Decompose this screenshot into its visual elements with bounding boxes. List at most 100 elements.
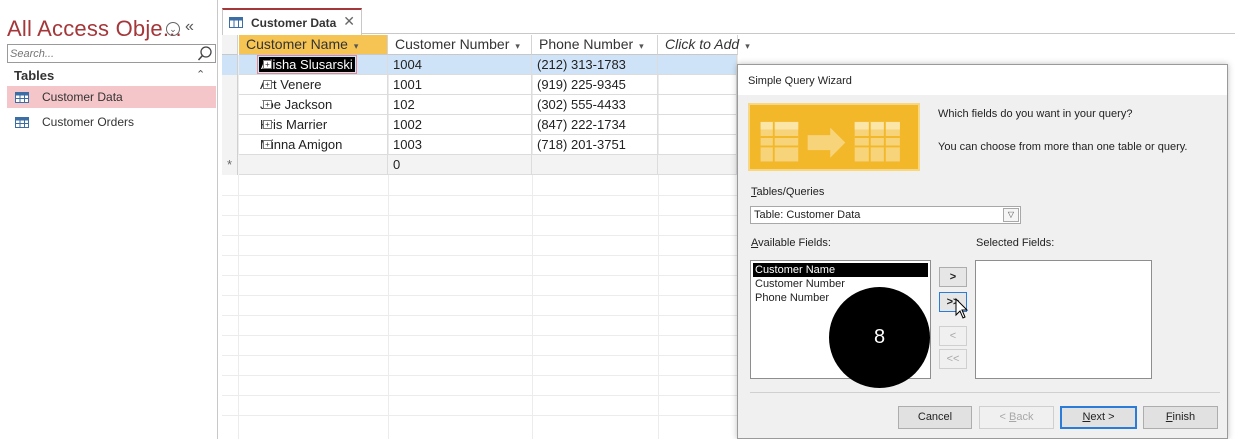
nav-search-input[interactable] xyxy=(8,45,188,63)
click-to-add-cell[interactable] xyxy=(658,95,737,115)
tab-customer-data[interactable]: Customer Data ✕ xyxy=(222,8,362,35)
grid-line xyxy=(222,295,737,296)
expand-plus-icon[interactable]: + xyxy=(263,120,272,129)
grid-line xyxy=(222,415,737,416)
finish-button[interactable]: Finish xyxy=(1143,406,1218,429)
table-row[interactable]: + Joe Jackson 102 (302) 555-4433 xyxy=(222,95,737,115)
customer-name-cell[interactable]: + Alisha Slusarski xyxy=(239,55,388,75)
table-row[interactable]: + Minna Amigon 1003 (718) 201-3751 xyxy=(222,135,737,155)
expand-plus-icon[interactable]: + xyxy=(263,80,272,89)
phone-number-cell[interactable]: (302) 555-4433 xyxy=(532,95,658,115)
available-fields-label: Available Fields: xyxy=(751,237,831,249)
step-number-badge: 8 xyxy=(829,287,930,388)
tables-queries-select[interactable]: Table: Customer Data ▽ xyxy=(750,206,1021,224)
click-to-add-cell[interactable] xyxy=(658,155,737,175)
nav-search-box xyxy=(7,44,216,63)
record-selector[interactable] xyxy=(222,115,238,135)
customer-number-cell[interactable]: 1002 xyxy=(388,115,532,135)
nav-group-header[interactable]: Tables xyxy=(14,68,54,83)
shutter-bar-close-icon[interactable]: « xyxy=(185,18,194,36)
record-selector[interactable] xyxy=(222,55,238,75)
sort-dropdown-icon[interactable]: ▾ xyxy=(515,41,520,51)
table-row[interactable]: + Kris Marrier 1002 (847) 222-1734 xyxy=(222,115,737,135)
customer-number-cell[interactable]: 1001 xyxy=(388,75,532,95)
nav-menu-chevron-icon[interactable]: ⌄ xyxy=(166,22,180,36)
click-to-add-cell[interactable] xyxy=(658,75,737,95)
expand-plus-icon[interactable]: + xyxy=(263,60,272,69)
column-header-label: Click to Add xyxy=(665,36,740,52)
column-header-customer-number[interactable]: Customer Number ▾ xyxy=(388,35,532,55)
phone-number-cell[interactable]: (718) 201-3751 xyxy=(532,135,658,155)
expand-plus-icon[interactable]: + xyxy=(263,140,272,149)
customer-name-cell[interactable] xyxy=(239,155,388,175)
dialog-title-bar[interactable]: Simple Query Wizard xyxy=(738,65,1227,95)
next-button[interactable]: Next > xyxy=(1060,406,1137,429)
customer-name-cell[interactable]: + Art Venere xyxy=(239,75,388,95)
customer-name-cell[interactable]: + Minna Amigon xyxy=(239,135,388,155)
click-to-add-cell[interactable] xyxy=(658,115,737,135)
phone-number-cell[interactable]: (212) 313-1783 xyxy=(532,55,658,75)
phone-number-cell[interactable]: (847) 222-1734 xyxy=(532,115,658,135)
grid-line xyxy=(222,235,737,236)
customer-number-cell[interactable]: 0 xyxy=(388,155,532,175)
back-button[interactable]: < Back xyxy=(979,406,1054,429)
chevron-down-icon[interactable]: ▽ xyxy=(1003,208,1019,222)
column-header-customer-name[interactable]: Customer Name ▾ xyxy=(239,35,388,55)
nav-item-label: Customer Data xyxy=(42,90,123,104)
grid-line xyxy=(222,275,737,276)
grid-line xyxy=(222,255,737,256)
wizard-question: Which fields do you want in your query? xyxy=(938,108,1133,120)
list-item[interactable]: Customer Name xyxy=(753,263,928,277)
grid-line xyxy=(222,375,737,376)
customer-number-cell[interactable]: 1003 xyxy=(388,135,532,155)
available-fields-label-text: vailable Fields: xyxy=(758,237,831,249)
record-selector[interactable] xyxy=(222,135,238,155)
grid-line xyxy=(222,355,737,356)
grid-line xyxy=(222,395,737,396)
remove-all-fields-button[interactable]: << xyxy=(939,349,967,369)
new-record-row[interactable]: * 0 xyxy=(222,155,737,175)
nav-pane-title[interactable]: All Access Obje... xyxy=(7,16,182,42)
collapse-group-icon[interactable]: ⌃ xyxy=(196,68,205,81)
list-item[interactable]: Customer Number xyxy=(753,277,928,291)
nav-item-customer-orders[interactable]: Customer Orders xyxy=(7,111,216,133)
nav-item-customer-data[interactable]: Customer Data xyxy=(7,86,216,108)
search-icon[interactable] xyxy=(196,45,214,62)
simple-query-wizard-dialog: Simple Query Wizard Which fields do you … xyxy=(737,64,1228,439)
navigation-pane: All Access Obje... ⌄ « Tables ⌃ Customer… xyxy=(0,0,218,439)
expand-plus-icon[interactable]: + xyxy=(263,100,272,109)
column-header-phone-number[interactable]: Phone Number ▾ xyxy=(532,35,658,55)
table-row[interactable]: + Art Venere 1001 (919) 225-9345 xyxy=(222,75,737,95)
mouse-pointer-icon xyxy=(955,298,969,319)
selected-fields-list[interactable] xyxy=(975,260,1152,379)
click-to-add-cell[interactable] xyxy=(658,55,737,75)
remove-field-button[interactable]: < xyxy=(939,326,967,346)
sort-dropdown-icon[interactable]: ▾ xyxy=(639,41,644,51)
click-to-add-cell[interactable] xyxy=(658,135,737,155)
column-header-label: Phone Number xyxy=(539,36,634,52)
customer-number-cell[interactable]: 102 xyxy=(388,95,532,115)
close-icon[interactable]: ✕ xyxy=(343,13,355,30)
add-field-button[interactable]: > xyxy=(939,267,967,287)
select-all-corner[interactable] xyxy=(222,35,238,55)
customer-name-cell[interactable]: + Joe Jackson xyxy=(239,95,388,115)
phone-number-cell[interactable]: (919) 225-9345 xyxy=(532,75,658,95)
tables-queries-value: Table: Customer Data xyxy=(754,209,861,221)
table-icon xyxy=(15,91,29,103)
record-selector[interactable] xyxy=(222,75,238,95)
grid-line xyxy=(222,335,737,336)
cell-text: Minna Amigon xyxy=(260,137,343,152)
record-selector[interactable] xyxy=(222,95,238,115)
new-record-marker[interactable]: * xyxy=(222,155,238,175)
cancel-button[interactable]: Cancel xyxy=(898,406,972,429)
table-row[interactable]: + Alisha Slusarski 1004 (212) 313-1783 xyxy=(222,55,737,75)
column-header-click-to-add[interactable]: Click to Add ▾ xyxy=(658,35,750,55)
phone-number-cell[interactable] xyxy=(532,155,658,175)
sort-dropdown-icon[interactable]: ▾ xyxy=(354,41,359,51)
table-icon xyxy=(15,116,29,128)
customer-number-cell[interactable]: 1004 xyxy=(388,55,532,75)
sort-dropdown-icon[interactable]: ▾ xyxy=(745,41,750,51)
customer-name-cell[interactable]: + Kris Marrier xyxy=(239,115,388,135)
grid-line xyxy=(222,315,737,316)
tables-queries-label: Tables/Queries xyxy=(751,186,825,198)
